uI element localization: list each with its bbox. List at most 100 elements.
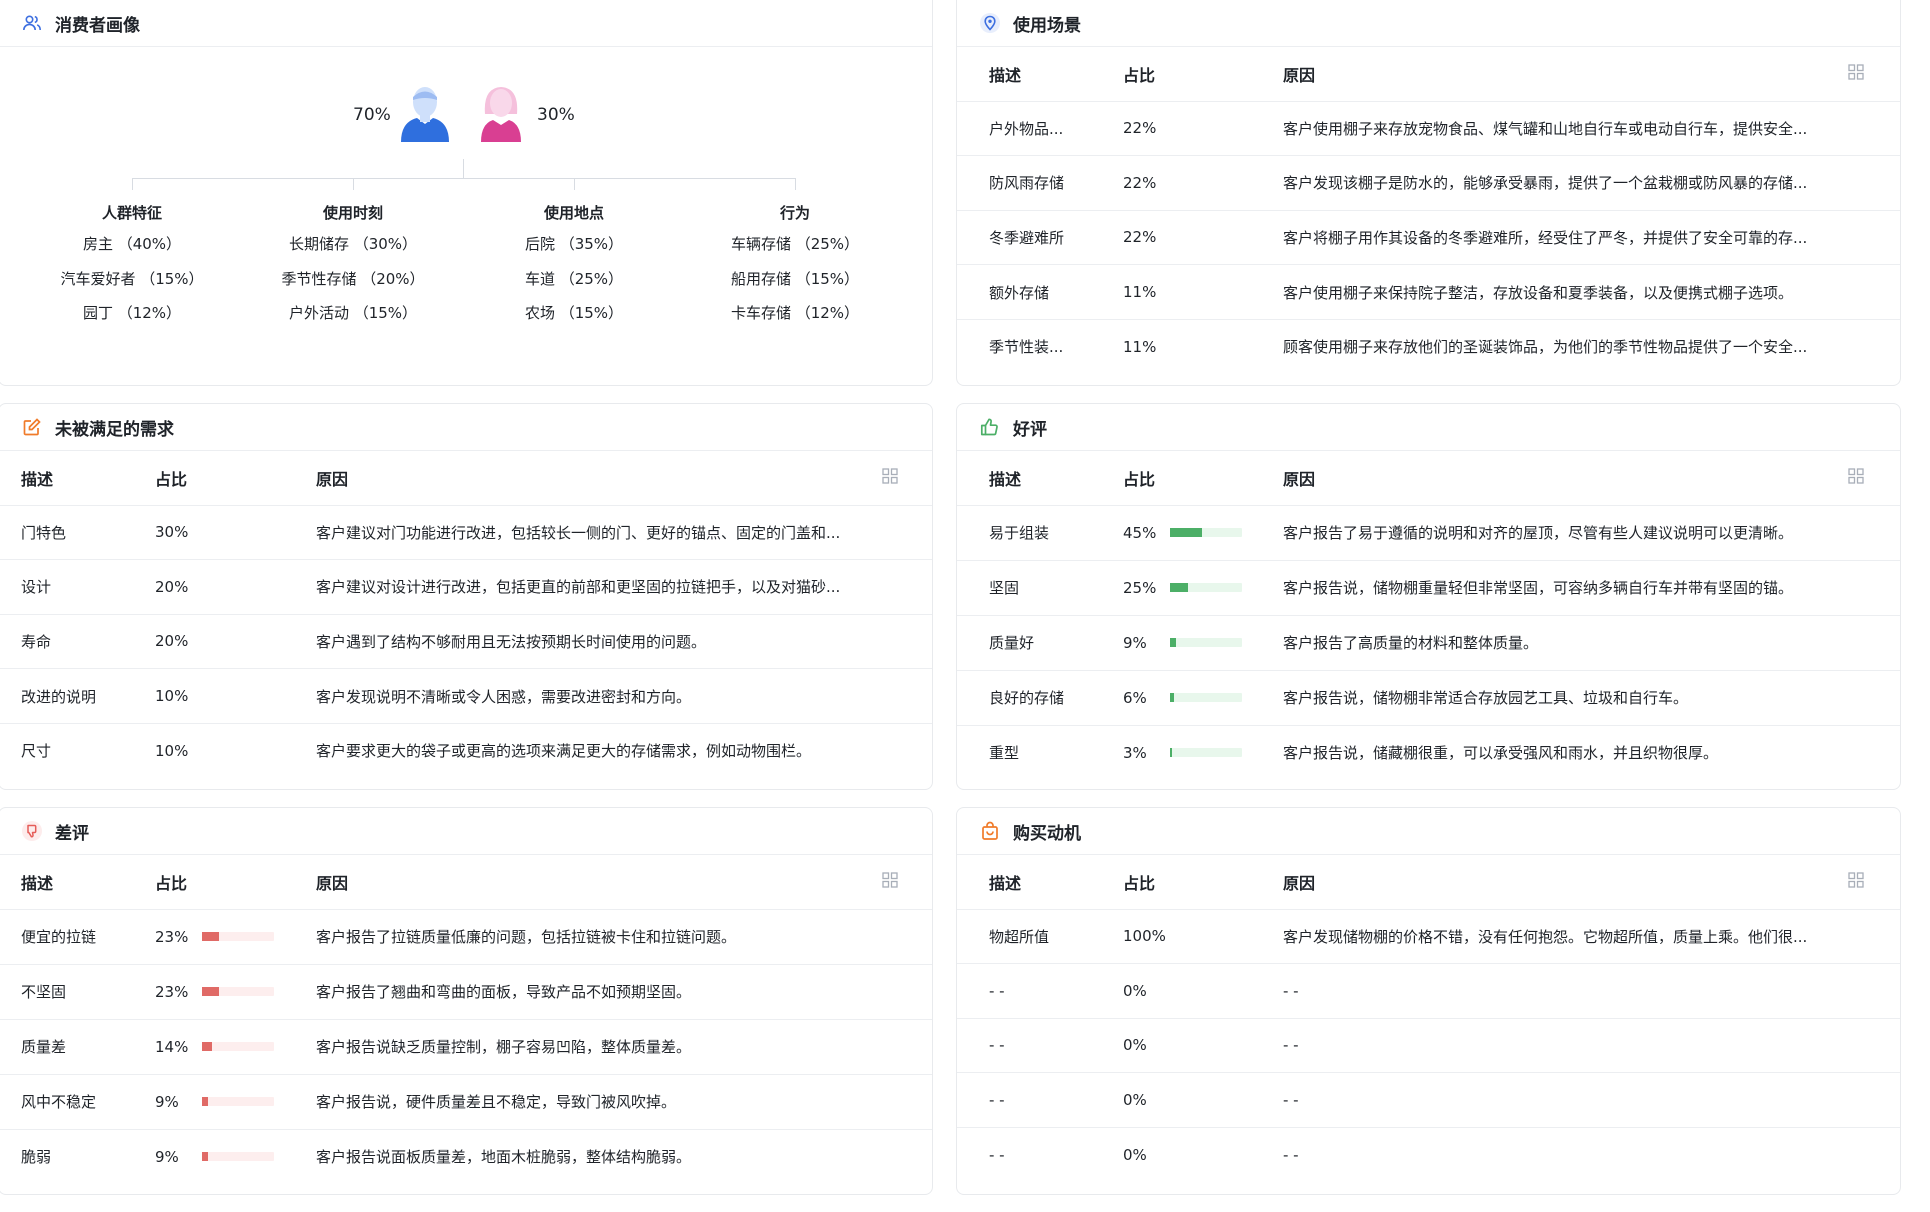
column-settings-button[interactable] [882,855,932,910]
persona-column-behavior: 行为 车辆存储 （25%） 船用存储 （15%） 卡车存储 （12%） [695,202,895,338]
table-row[interactable]: 重型 3% 客户报告说，储藏棚很重，可以承受强风和雨水，并且织物很厚。 [957,725,1900,780]
motive-table: 描述 占比 原因 物超所值 100% 客户发现储物棚的价格不错，没有任何抱怨。它物超… [957,855,1900,1182]
header-reason: 原因 [316,451,882,506]
table-row[interactable]: 坚固 25% 客户报告说，储物棚重量轻但非常坚固，可容纳多辆自行车并带有坚固的锚。 [957,560,1900,616]
motive-header: 购买动机 [957,808,1900,855]
positive-table: 描述 占比 原因 易于组装 45% 客户报告了易于遵循的说明和对齐的屋顶，尽管有些人… [957,451,1900,780]
column-settings-button[interactable] [1848,47,1900,102]
male-avatar-icon [399,84,451,146]
row-desc: 良好的存储 [957,670,1123,726]
grid-icon[interactable] [882,872,898,888]
scenes-table: 描述 占比 原因 户外物品... 22% 客户使用棚子来存放宠物食品、煤气罐和山地自… [957,47,1900,374]
row-pct: 25% [1123,578,1157,597]
row-pct: 14% [155,1037,189,1056]
row-desc: 坚固 [957,560,1123,616]
row-desc: 便宜的拉链 [0,909,155,965]
row-desc: 质量好 [957,615,1123,671]
unmet-table: 描述 占比 原因 门特色 30% 客户建议对门功能进行改进，包括较长一侧的门、更好的… [0,451,932,778]
header-reason: 原因 [1283,855,1848,910]
column-item: 船用存储 （15%） [730,269,860,288]
persona-header: 消费者画像 [0,0,932,47]
percentage-bar [202,1097,274,1106]
tree-stem [463,159,464,179]
table-row[interactable]: 脆弱 9% 客户报告说面板质量差，地面木桩脆弱，整体结构脆弱。 [0,1129,932,1184]
header-pct: 占比 [155,855,316,910]
percentage-bar-fill [1170,638,1177,647]
table-row[interactable]: 户外物品... 22% 客户使用棚子来存放宠物食品、煤气罐和山地自行车或电动自行车，… [957,101,1900,157]
header-pct: 占比 [1123,855,1283,910]
table-row[interactable]: - -0% - - [957,1018,1900,1074]
grid-icon[interactable] [1848,468,1864,484]
header-desc: 描述 [0,855,155,910]
scenes-card: 使用场景 描述 占比 原因 户外物品... 22% 客户使用棚子来存放宠物食品、煤气… [956,0,1901,386]
table-row[interactable]: 门特色 30% 客户建议对门功能进行改进，包括较长一侧的门、更好的锚点、固定的门盖和… [0,505,932,561]
row-pct: 23% [155,982,189,1001]
header-desc: 描述 [0,451,155,506]
table-row[interactable]: 尺寸 10% 客户要求更大的袋子或更高的选项来满足更大的存储需求，例如动物围栏。 [0,723,932,778]
table-row[interactable]: 季节性装... 11% 顾客使用棚子来存放他们的圣诞装饰品，为他们的季节性物品提供了… [957,319,1900,374]
row-desc: 质量差 [0,1019,155,1075]
table-row[interactable]: - -0% - - [957,963,1900,1019]
table-row[interactable]: 质量差 14% 客户报告说缺乏质量控制，棚子容易凹陷，整体质量差。 [0,1019,932,1075]
row-reason: 客户发现说明不清晰或令人困惑，需要改进密封和方向。 [316,668,932,724]
row-desc: 风中不稳定 [0,1074,155,1130]
table-row[interactable]: 防风雨存储 22% 客户发现该棚子是防水的，能够承受暴雨，提供了一个盆栽棚或防风暴的… [957,155,1900,211]
thumbs-up-icon [979,416,1001,438]
table-row[interactable]: 风中不稳定 9% 客户报告说，硬件质量差且不稳定，导致门被风吹掉。 [0,1074,932,1130]
table-row[interactable]: - -0% - - [957,1072,1900,1128]
column-item: 户外活动 （15%） [288,304,418,322]
table-row[interactable]: - -0% - - [957,1127,1900,1182]
persona-column-usage-location: 使用地点 后院 （35%） 车道 （25%） 农场 （15%） [474,202,674,338]
percentage-bar [202,987,274,996]
header-reason: 原因 [1283,451,1848,506]
grid-icon[interactable] [1848,64,1864,80]
row-desc: - - [957,1072,1123,1128]
tree-drop-3 [574,178,575,190]
row-reason: 客户报告说，储藏棚很重，可以承受强风和雨水，并且织物很厚。 [1283,744,1719,763]
row-desc: 户外物品... [957,101,1123,157]
table-row[interactable]: 良好的存储 6% 客户报告说，储物棚非常适合存放园艺工具、垃圾和自行车。 [957,670,1900,726]
table-header-row: 描述 占比 原因 [0,451,932,506]
table-row[interactable]: 设计 20% 客户建议对设计进行改进，包括更直的前部和更坚固的拉链把手，以及对猫砂.… [0,559,932,615]
column-item: 季节性存储 （20%） [281,269,425,288]
percentage-bar [202,1152,274,1162]
row-desc: - - [989,1145,1005,1164]
table-row[interactable]: 额外存储 11% 客户使用棚子来保持院子整洁，存放设备和夏季装备，以及便携式棚子选项… [957,264,1900,320]
table-row[interactable]: 冬季避难所 22% 客户将棚子用作其设备的冬季避难所，经受住了严冬，并提供了安全可靠… [957,210,1900,266]
shopping-bag-icon [979,820,1001,842]
table-row[interactable]: 不坚固 23% 客户报告了翘曲和弯曲的面板，导致产品不如预期坚固。 [0,964,932,1020]
row-pct: 0% [1123,1018,1283,1074]
positive-reviews-card: 好评 描述 占比 原因 易于组装 45% 客户报告了易于遵循的说明和对齐的屋顶，尽管… [956,403,1901,790]
persona-card: 消费者画像 70% 30% 人群特征 房主 （40%） 汽车爱好者 （15%） … [0,0,933,386]
percentage-bar-fill [1170,528,1203,537]
header-reason: 原因 [316,855,882,910]
table-row[interactable]: 寿命 20% 客户遇到了结构不够耐用且无法按预期长时间使用的问题。 [0,614,932,670]
row-reason: - - [1283,1145,1299,1164]
column-title: 使用时刻 [322,204,383,222]
percentage-bar-fill [202,1042,213,1051]
table-row[interactable]: 便宜的拉链 23% 客户报告了拉链质量低廉的问题，包括拉链被卡住和拉链问题。 [0,909,932,965]
row-pct: 11% [1123,264,1283,320]
table-row[interactable]: 物超所值 100% 客户发现储物棚的价格不错，没有任何抱怨。它物超所值，质量上乘。他… [957,909,1900,965]
tree-drop-2 [353,178,354,190]
row-pct: 9% [1123,633,1147,652]
row-reason: - - [1283,1018,1900,1074]
table-row[interactable]: 质量好 9% 客户报告了高质量的材料和整体质量。 [957,615,1900,671]
row-desc: - - [957,1018,1123,1074]
row-pct: 9% [155,1147,179,1166]
row-pct: 20% [155,614,316,670]
column-settings-button[interactable] [882,451,932,506]
column-settings-button[interactable] [1848,451,1900,506]
row-reason: 客户使用棚子来存放宠物食品、煤气罐和山地自行车或电动自行车，提供安全... [1283,101,1900,157]
table-row[interactable]: 改进的说明 10% 客户发现说明不清晰或令人困惑，需要改进密封和方向。 [0,668,932,724]
row-desc: - - [957,963,1123,1019]
grid-icon[interactable] [1848,872,1864,888]
grid-icon[interactable] [882,468,898,484]
row-pct: 30% [155,505,316,561]
row-pct: 0% [1123,963,1283,1019]
table-row[interactable]: 易于组装 45% 客户报告了易于遵循的说明和对齐的屋顶，尽管有些人建议说明可以更清晰… [957,505,1900,561]
row-reason: 客户建议对设计进行改进，包括更直的前部和更坚固的拉链把手，以及对猫砂... [316,559,932,615]
row-desc: 防风雨存储 [957,155,1123,211]
column-settings-button[interactable] [1848,855,1900,910]
header-desc: 描述 [957,451,1123,506]
